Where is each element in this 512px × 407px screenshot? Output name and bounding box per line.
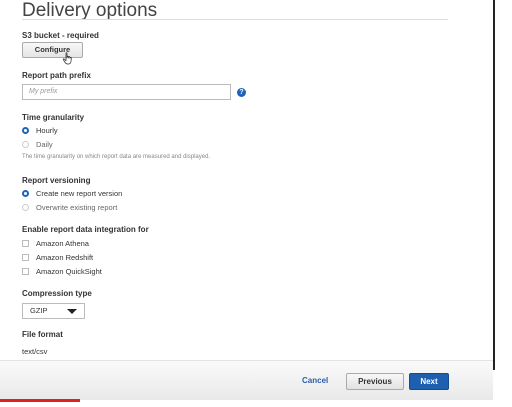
info-icon[interactable]: ? xyxy=(237,88,246,97)
compression-type-select[interactable]: GZIP xyxy=(22,303,85,319)
radio-create-new-version[interactable]: Create new report version xyxy=(22,188,122,198)
window-edge xyxy=(493,0,495,370)
s3-bucket-label: S3 bucket - required xyxy=(22,31,99,40)
radio-label: Hourly xyxy=(36,125,58,135)
checkbox[interactable] xyxy=(22,267,29,275)
caret-down-icon xyxy=(67,309,77,314)
radio-daily[interactable]: Daily xyxy=(22,139,53,149)
file-format-value: text/csv xyxy=(22,347,48,356)
radio-hourly[interactable]: Hourly xyxy=(22,125,58,135)
checkbox-redshift[interactable]: Amazon Redshift xyxy=(22,252,93,262)
checkbox[interactable] xyxy=(22,239,29,247)
radio-button-selected[interactable] xyxy=(22,126,29,134)
report-path-prefix-label: Report path prefix xyxy=(22,71,91,80)
checkbox-quicksight[interactable]: Amazon QuickSight xyxy=(22,266,102,276)
previous-button[interactable]: Previous xyxy=(346,373,404,390)
time-granularity-label: Time granularity xyxy=(22,113,85,122)
hand-pointer-icon xyxy=(62,52,72,65)
radio-overwrite-existing[interactable]: Overwrite existing report xyxy=(22,202,117,212)
checkbox-label: Amazon QuickSight xyxy=(36,266,102,276)
checkbox[interactable] xyxy=(22,253,29,261)
radio-button[interactable] xyxy=(22,203,29,211)
cancel-button[interactable]: Cancel xyxy=(302,376,328,385)
report-path-prefix-input[interactable]: My prefix xyxy=(22,84,231,100)
file-format-label: File format xyxy=(22,330,63,339)
next-button[interactable]: Next xyxy=(409,373,449,390)
radio-label: Daily xyxy=(36,139,53,149)
title-divider xyxy=(22,19,448,20)
video-progress-bar xyxy=(0,399,80,402)
checkbox-label: Amazon Redshift xyxy=(36,252,94,262)
integration-label: Enable report data integration for xyxy=(22,225,149,234)
time-granularity-help: The time granularity on which report dat… xyxy=(22,154,211,160)
radio-label: Create new report version xyxy=(36,188,123,198)
compression-type-value: GZIP xyxy=(30,306,48,315)
radio-label: Overwrite existing report xyxy=(36,202,118,212)
compression-type-label: Compression type xyxy=(22,289,92,298)
radio-button[interactable] xyxy=(22,140,29,148)
checkbox-label: Amazon Athena xyxy=(36,238,89,248)
checkbox-athena[interactable]: Amazon Athena xyxy=(22,238,89,248)
report-versioning-label: Report versioning xyxy=(22,176,91,185)
radio-button-selected[interactable] xyxy=(22,189,29,197)
